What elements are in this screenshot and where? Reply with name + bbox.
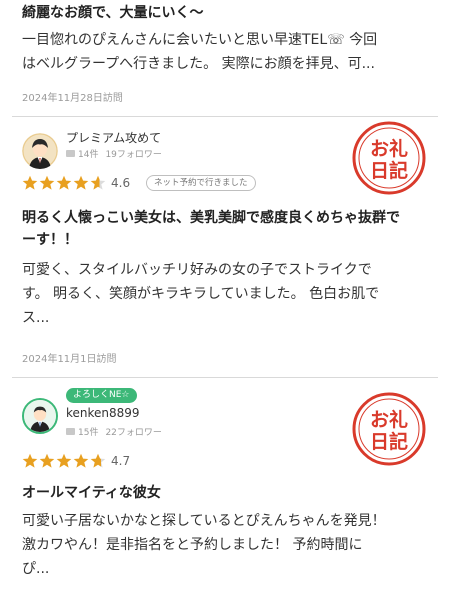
- net-reservation-badge: ネット予約で行きました: [146, 175, 256, 191]
- rating-stars: 4.7: [22, 453, 130, 469]
- user-avatar-icon[interactable]: [22, 398, 58, 434]
- follower-count: 19フォロワー: [105, 150, 162, 160]
- star-icon: [39, 175, 55, 190]
- review-body-line: ぴ...: [22, 561, 50, 577]
- star-icon: [56, 175, 72, 190]
- review-body-line: はベルグラープへ行きました。 実際にお顔を拝見、可...: [22, 56, 375, 72]
- star-icon: [90, 453, 106, 468]
- stamp-line-1: お礼: [370, 408, 408, 431]
- post-count: 15件: [78, 428, 99, 438]
- thank-you-diary-stamp-icon: お礼 日記: [352, 392, 426, 466]
- review-title: 綺麗なお顔で、大量にいく〜: [22, 5, 204, 21]
- stamp-line-1: お礼: [370, 137, 408, 160]
- username[interactable]: kenken8899: [66, 406, 140, 420]
- review-body-line: 可愛い子居ないかなと探しているとぴえんちゃんを発見！: [22, 513, 386, 529]
- review-body-line: ス...: [22, 310, 50, 326]
- review-body-line: 可愛く、スタイルバッチリ好みの女の子でストライクで: [22, 262, 372, 278]
- review-card[interactable]: 綺麗なお顔で、大量にいく〜 一目惚れのぴえんさんに会いたいと思い早速TEL☏ 今…: [0, 0, 450, 110]
- user-avatar-icon[interactable]: [22, 133, 58, 169]
- user-meta: 15件 22フォロワー: [66, 425, 162, 438]
- star-icon: [22, 453, 38, 468]
- rank-badge: よろしくNE☆: [66, 388, 137, 403]
- star-icon: [22, 175, 38, 190]
- rating-score: 4.6: [111, 176, 131, 190]
- review-body-line: す。 明るく、笑顔がキラキラしていました。 色白お肌で: [22, 286, 380, 302]
- star-icon: [73, 175, 89, 190]
- rating-score: 4.7: [111, 454, 131, 468]
- star-icon: [56, 453, 72, 468]
- star-icon: [73, 453, 89, 468]
- visit-date: 2024年11月28日訪問: [22, 93, 123, 104]
- review-title-line: ーす！！: [22, 232, 78, 248]
- star-icon: [39, 453, 55, 468]
- review-card[interactable]: プレミアム攻めて 14件 19フォロワー 4.6 ネット予約で行きました お礼 …: [0, 117, 450, 375]
- star-icon: [90, 175, 106, 190]
- post-icon: [66, 150, 75, 157]
- rating-stars: 4.6: [22, 175, 130, 191]
- post-icon: [66, 428, 75, 435]
- thank-you-diary-stamp-icon: お礼 日記: [352, 121, 426, 195]
- review-title-line: 明るく人懐っこい美女は、美乳美脚で感度良くめちゃ抜群で: [22, 210, 400, 226]
- review-title: オールマイティな彼女: [22, 485, 161, 501]
- follower-count: 22フォロワー: [105, 428, 162, 438]
- visit-date: 2024年11月1日訪問: [22, 354, 117, 365]
- post-count: 14件: [78, 150, 99, 160]
- review-body-line: 一目惚れのぴえんさんに会いたいと思い早速TEL☏ 今回: [22, 32, 378, 48]
- user-meta: 14件 19フォロワー: [66, 147, 162, 160]
- username[interactable]: プレミアム攻めて: [66, 129, 161, 146]
- review-list: 綺麗なお顔で、大量にいく〜 一目惚れのぴえんさんに会いたいと思い早速TEL☏ 今…: [0, 0, 450, 600]
- stamp-line-2: 日記: [370, 159, 408, 182]
- review-body-line: 激カワやん！是非指名をと予約しました！ 予約時間に: [22, 537, 363, 553]
- review-card[interactable]: よろしくNE☆ kenken8899 15件 22フォロワー 4.7 お礼 日記…: [0, 378, 450, 600]
- stamp-line-2: 日記: [370, 430, 408, 453]
